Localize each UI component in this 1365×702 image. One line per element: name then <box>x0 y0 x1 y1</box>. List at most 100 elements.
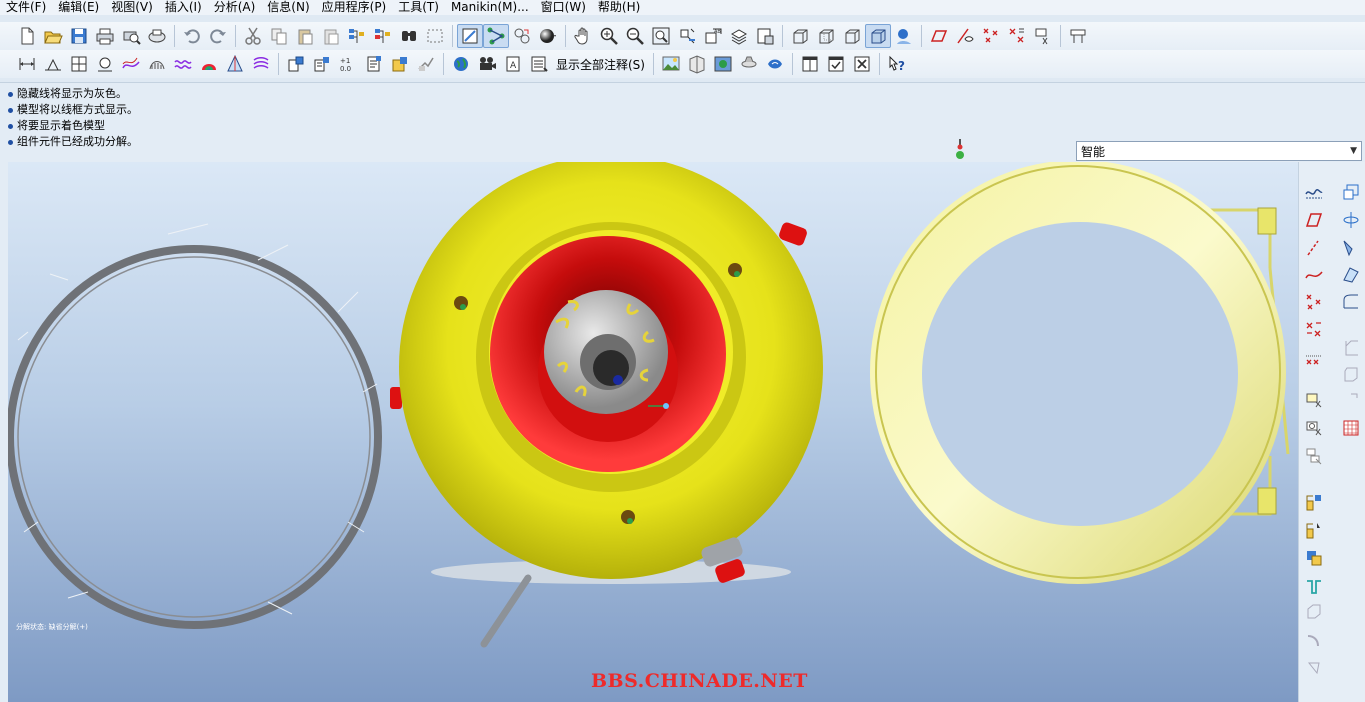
table-icon[interactable] <box>387 52 413 76</box>
revolve-icon[interactable] <box>1339 388 1363 412</box>
component-icon[interactable] <box>1302 490 1326 514</box>
globe-icon[interactable] <box>448 52 474 76</box>
wave-icon[interactable] <box>170 52 196 76</box>
extrude-icon[interactable] <box>1339 362 1363 386</box>
paste-special-icon[interactable] <box>318 24 344 48</box>
datum-table-icon[interactable] <box>66 52 92 76</box>
hidden-line-icon[interactable] <box>813 24 839 48</box>
cover-ring-part[interactable] <box>870 162 1290 584</box>
shaded-icon[interactable] <box>865 24 891 48</box>
balloon-icon[interactable] <box>309 52 335 76</box>
menu-help[interactable]: 帮助(H) <box>592 0 646 15</box>
pull-icon[interactable] <box>1339 236 1363 260</box>
menu-file[interactable]: 文件(F) <box>0 0 52 15</box>
dimension-icon[interactable] <box>14 52 40 76</box>
annotation-icon[interactable]: A <box>500 52 526 76</box>
select-box-icon[interactable] <box>422 24 448 48</box>
sweep-icon[interactable] <box>1302 518 1326 542</box>
rib-icon[interactable] <box>1302 628 1326 652</box>
environment-icon[interactable] <box>710 52 736 76</box>
activate-window-icon[interactable] <box>823 52 849 76</box>
orient-icon[interactable] <box>509 24 535 48</box>
blend-icon[interactable] <box>1302 546 1326 570</box>
sketched-point-icon[interactable] <box>1302 262 1326 286</box>
table-grid-icon[interactable] <box>1339 416 1363 440</box>
help-whats-this-icon[interactable]: ? <box>884 52 910 76</box>
zoom-fit-icon[interactable] <box>648 24 674 48</box>
analysis-feature-icon[interactable] <box>1302 388 1326 412</box>
menu-insert[interactable]: 插入(I) <box>159 0 208 15</box>
menu-manikin[interactable]: Manikin(M)... <box>445 0 535 15</box>
shaft-icon[interactable] <box>1339 208 1363 232</box>
spin-center-display-icon[interactable] <box>1065 24 1091 48</box>
print-preview-icon[interactable] <box>118 24 144 48</box>
cut-icon[interactable] <box>240 24 266 48</box>
model-tree-icon[interactable] <box>752 24 778 48</box>
quick-print-icon[interactable] <box>144 24 170 48</box>
wireframe-icon[interactable] <box>787 24 813 48</box>
model-scene[interactable] <box>8 162 1298 702</box>
assembly-icon[interactable] <box>1302 444 1326 468</box>
format-icon[interactable] <box>413 52 439 76</box>
offset-point-icon[interactable] <box>1302 318 1326 342</box>
pan-icon[interactable] <box>570 24 596 48</box>
surface-finish-icon[interactable] <box>40 52 66 76</box>
hole-icon[interactable] <box>1302 574 1326 598</box>
datum-plane-icon[interactable] <box>1339 180 1363 204</box>
round-icon[interactable] <box>1339 290 1363 314</box>
menu-edit[interactable]: 编辑(E) <box>52 0 105 15</box>
impeller-part[interactable] <box>544 290 669 414</box>
open-icon[interactable] <box>40 24 66 48</box>
note-list-icon[interactable] <box>526 52 552 76</box>
chamfer-icon[interactable] <box>1339 336 1363 360</box>
color-icon[interactable] <box>196 52 222 76</box>
save-icon[interactable] <box>66 24 92 48</box>
copy-icon[interactable] <box>266 24 292 48</box>
regen-manager-icon[interactable] <box>370 24 396 48</box>
paste-icon[interactable] <box>292 24 318 48</box>
refit-icon[interactable] <box>457 24 483 48</box>
datum-axis-display-icon[interactable] <box>952 24 978 48</box>
menu-tools[interactable]: 工具(T) <box>392 0 445 15</box>
symbol-icon[interactable] <box>361 52 387 76</box>
zoom-in-icon[interactable] <box>596 24 622 48</box>
point-display-icon[interactable] <box>978 24 1004 48</box>
regenerate-icon[interactable] <box>344 24 370 48</box>
image-icon[interactable] <box>658 52 684 76</box>
light-icon[interactable] <box>762 52 788 76</box>
print-icon[interactable] <box>92 24 118 48</box>
find-icon[interactable] <box>396 24 422 48</box>
datum-point-icon[interactable] <box>1302 290 1326 314</box>
geometric-tolerance-icon[interactable] <box>92 52 118 76</box>
close-window-icon[interactable] <box>849 52 875 76</box>
draft-icon[interactable] <box>1302 656 1326 680</box>
sketch-curve-icon[interactable] <box>1302 180 1326 204</box>
named-view-icon[interactable]: AB <box>700 24 726 48</box>
bom-icon[interactable]: +1 0.0 <box>335 52 361 76</box>
zoom-out-icon[interactable] <box>622 24 648 48</box>
new-icon[interactable] <box>14 24 40 48</box>
annotation-display-icon[interactable] <box>1030 24 1056 48</box>
window-icon[interactable] <box>797 52 823 76</box>
cable-icon[interactable] <box>118 52 144 76</box>
datum-axis-icon[interactable] <box>1302 208 1326 232</box>
shell-icon[interactable] <box>1302 600 1326 624</box>
curve-icon[interactable] <box>1302 236 1326 260</box>
menu-applications[interactable]: 应用程序(P) <box>316 0 393 15</box>
appearance-icon[interactable] <box>222 52 248 76</box>
show-all-annotations-button[interactable]: 显示全部注释(S) <box>552 53 649 75</box>
shade-icon[interactable] <box>535 24 561 48</box>
render-icon[interactable] <box>736 52 762 76</box>
csys-icon[interactable] <box>1302 346 1326 370</box>
camera-icon[interactable] <box>474 52 500 76</box>
traffic-light-icon[interactable] <box>954 139 966 161</box>
shaft-part[interactable] <box>480 574 532 648</box>
graphics-window[interactable]: 分解状态: 缺省分解(+) BBS.CHINADE.NET <box>0 162 1298 702</box>
harness-icon[interactable] <box>144 52 170 76</box>
layers-icon[interactable] <box>726 24 752 48</box>
redo-icon[interactable] <box>205 24 231 48</box>
wireframe-ring-part[interactable] <box>8 223 382 629</box>
datum-plane-display-icon[interactable] <box>926 24 952 48</box>
menu-view[interactable]: 视图(V) <box>105 0 159 15</box>
repaint-icon[interactable] <box>674 24 700 48</box>
